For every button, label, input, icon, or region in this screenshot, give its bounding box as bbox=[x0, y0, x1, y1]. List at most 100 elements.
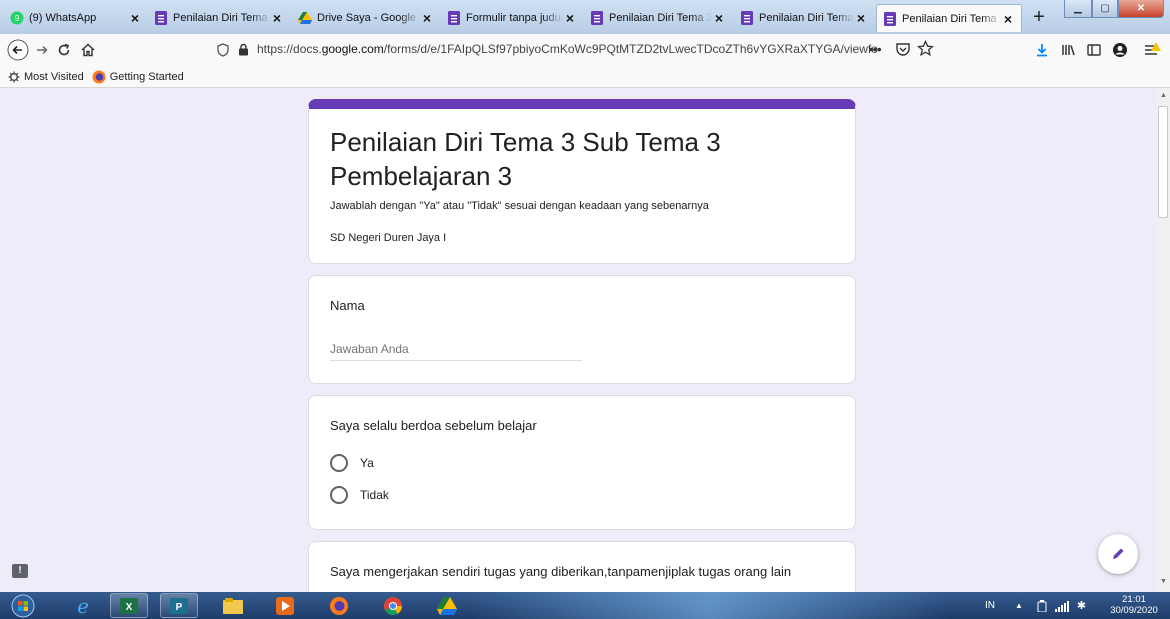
svg-text:X: X bbox=[126, 602, 133, 613]
account-icon bbox=[1113, 43, 1127, 57]
form-page: Penilaian Diri Tema 3 Sub Tema 3 Pembela… bbox=[0, 88, 1156, 592]
radio-button[interactable] bbox=[330, 454, 348, 472]
tab-penilaian-active[interactable]: Penilaian Diri Tema 3 × bbox=[876, 4, 1022, 32]
clock-time: 21:01 bbox=[1122, 594, 1146, 605]
library-icon bbox=[1062, 45, 1075, 56]
bookmark-getting-started[interactable]: Getting Started bbox=[92, 70, 184, 84]
bookmark-most-visited[interactable]: Most Visited bbox=[8, 71, 84, 83]
language-indicator[interactable]: IN bbox=[985, 600, 995, 611]
form-header-card: Penilaian Diri Tema 3 Sub Tema 3 Pembela… bbox=[308, 99, 856, 264]
maximize-icon[interactable]: ▢ bbox=[1092, 0, 1118, 18]
tab-formulir[interactable]: Formulir tanpa judul × bbox=[441, 4, 583, 32]
close-tab-icon[interactable]: × bbox=[1001, 11, 1015, 27]
google-drive-icon bbox=[298, 11, 312, 25]
option-label: Ya bbox=[360, 456, 374, 470]
google-forms-icon bbox=[740, 11, 754, 25]
download-arrow-icon bbox=[1037, 44, 1047, 57]
edit-button[interactable] bbox=[1098, 534, 1138, 574]
signal-icon[interactable] bbox=[1054, 600, 1069, 612]
close-tab-icon[interactable]: × bbox=[270, 10, 284, 26]
tab-title: Penilaian Diri Tema 3 bbox=[173, 12, 270, 24]
file-explorer-icon[interactable] bbox=[214, 593, 252, 618]
battery-icon[interactable] bbox=[1037, 599, 1047, 612]
menu-button[interactable] bbox=[1140, 38, 1164, 62]
close-tab-icon[interactable]: × bbox=[563, 10, 577, 26]
browser-tab-bar: 9 (9) WhatsApp × Penilaian Diri Tema 3 ×… bbox=[0, 0, 1170, 34]
url-text[interactable]: https://docs.google.com/forms/d/e/1FAIpQ… bbox=[257, 42, 877, 56]
tab-google-drive[interactable]: Drive Saya - Google Drive × bbox=[292, 4, 440, 32]
form-description: Jawablah dengan "Ya" atau "Tidak" sesuai… bbox=[330, 200, 709, 212]
feedback-icon[interactable]: ! bbox=[12, 564, 28, 578]
question-title: Saya mengerjakan sendiri tugas yang dibe… bbox=[330, 564, 792, 579]
system-tray: IN ▲ ✱ bbox=[985, 592, 1086, 619]
bluetooth-icon[interactable]: ✱ bbox=[1077, 599, 1086, 612]
tab-title: Penilaian Diri Tema 3 bbox=[609, 12, 712, 24]
back-arrow-icon bbox=[7, 39, 29, 61]
excel-icon[interactable]: X bbox=[110, 593, 148, 618]
publisher-icon[interactable]: P bbox=[160, 593, 198, 618]
tab-title: Penilaian Diri Tema 3 bbox=[759, 12, 854, 24]
library-button[interactable] bbox=[1056, 38, 1080, 62]
tab-penilaian-2[interactable]: Penilaian Diri Tema 3 × bbox=[584, 4, 732, 32]
new-tab-button[interactable]: + bbox=[1028, 6, 1050, 28]
page-actions-icon[interactable]: ••• bbox=[869, 41, 882, 57]
question-title: Nama bbox=[330, 298, 365, 313]
pocket-icon[interactable] bbox=[895, 41, 911, 57]
scroll-thumb[interactable] bbox=[1158, 106, 1168, 218]
radio-option-ya[interactable]: Ya bbox=[330, 454, 374, 472]
windows-taskbar: e X P IN ▲ ✱ 21:01 30/09/2020 bbox=[0, 592, 1170, 619]
close-tab-icon[interactable]: × bbox=[712, 10, 726, 26]
tab-title: Formulir tanpa judul bbox=[466, 12, 563, 24]
firefox-icon[interactable] bbox=[320, 593, 358, 618]
google-forms-icon bbox=[883, 11, 897, 26]
svg-text:9: 9 bbox=[15, 14, 20, 23]
scroll-down-icon[interactable]: ▼ bbox=[1160, 578, 1167, 585]
minimize-icon[interactable]: ▁ bbox=[1064, 0, 1092, 18]
show-hidden-icons-icon[interactable]: ▲ bbox=[1015, 601, 1023, 610]
pencil-icon bbox=[1113, 548, 1124, 559]
firefox-icon bbox=[92, 70, 106, 84]
sidebar-button[interactable] bbox=[1082, 38, 1106, 62]
tab-penilaian-3[interactable]: Penilaian Diri Tema 3 × bbox=[734, 4, 874, 32]
page-scrollbar[interactable]: ▲ ▼ bbox=[1156, 88, 1170, 592]
name-input[interactable]: Jawaban Anda bbox=[330, 342, 582, 361]
bookmark-label: Getting Started bbox=[109, 70, 184, 83]
close-window-icon[interactable]: ✕ bbox=[1118, 0, 1164, 18]
scroll-up-icon[interactable]: ▲ bbox=[1160, 92, 1167, 99]
google-forms-icon bbox=[447, 11, 461, 25]
system-clock[interactable]: 21:01 30/09/2020 bbox=[1110, 594, 1158, 616]
radio-button[interactable] bbox=[330, 486, 348, 504]
start-orb-icon[interactable] bbox=[6, 593, 40, 618]
chrome-icon[interactable] bbox=[374, 593, 412, 618]
option-label: Tidak bbox=[360, 488, 389, 502]
svg-text:P: P bbox=[176, 602, 183, 613]
radio-option-tidak[interactable]: Tidak bbox=[330, 486, 389, 504]
media-player-icon[interactable] bbox=[266, 593, 304, 618]
home-icon bbox=[81, 43, 95, 57]
account-button[interactable] bbox=[1108, 38, 1132, 62]
home-button[interactable] bbox=[76, 38, 100, 62]
tab-title: (9) WhatsApp bbox=[29, 12, 97, 24]
form-school-name: SD Negeri Duren Jaya I bbox=[330, 232, 447, 244]
lock-icon[interactable] bbox=[238, 43, 249, 56]
google-forms-icon bbox=[590, 11, 604, 25]
taskbar-glow bbox=[470, 592, 950, 619]
bookmark-label: Most Visited bbox=[24, 70, 84, 83]
back-button[interactable] bbox=[6, 38, 30, 62]
forward-arrow-icon bbox=[37, 45, 48, 55]
tracking-shield-icon[interactable] bbox=[217, 43, 229, 57]
google-drive-icon[interactable] bbox=[428, 593, 466, 618]
google-forms-icon bbox=[154, 11, 168, 25]
tab-penilaian-1[interactable]: Penilaian Diri Tema 3 × bbox=[148, 4, 290, 32]
close-tab-icon[interactable]: × bbox=[128, 10, 142, 26]
bookmark-star-icon[interactable] bbox=[917, 40, 934, 57]
svg-text:e: e bbox=[77, 596, 89, 616]
downloads-button[interactable] bbox=[1030, 38, 1054, 62]
close-tab-icon[interactable]: × bbox=[854, 10, 868, 26]
url-bar[interactable]: https://docs.google.com/forms/d/e/1FAIpQ… bbox=[205, 37, 935, 63]
forward-button[interactable] bbox=[30, 38, 54, 62]
reload-button[interactable] bbox=[52, 38, 76, 62]
internet-explorer-icon[interactable]: e bbox=[64, 593, 102, 618]
close-tab-icon[interactable]: × bbox=[420, 10, 434, 26]
tab-whatsapp[interactable]: 9 (9) WhatsApp × bbox=[4, 4, 148, 32]
